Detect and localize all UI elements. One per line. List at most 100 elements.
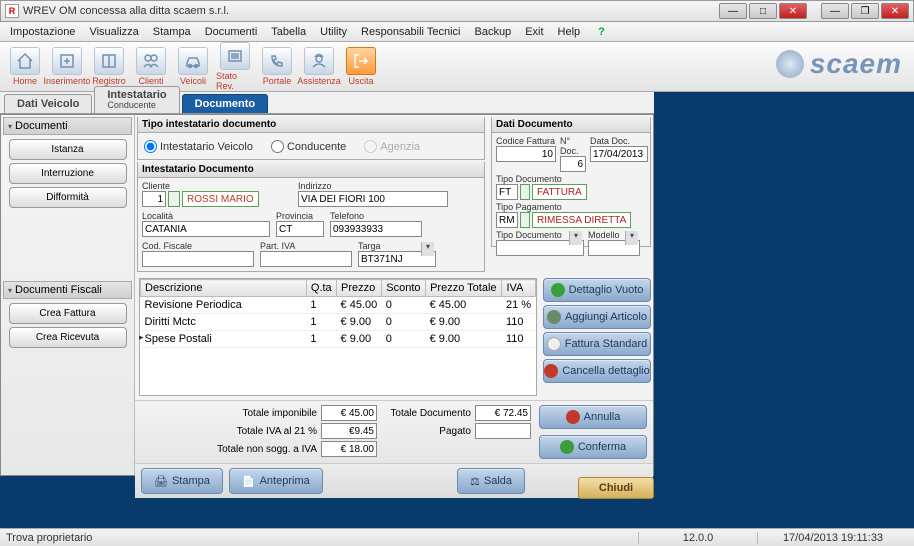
insert-icon (57, 51, 77, 71)
btn-stampa[interactable]: 🖨Stampa (141, 468, 223, 494)
table-row[interactable]: Revisione Periodica1€ 45.000€ 45.0021 % (141, 297, 536, 314)
tool-veicoli[interactable]: Veicoli (174, 47, 212, 86)
menu-backup[interactable]: Backup (468, 24, 517, 40)
form-panel: Tipo intestatario documento Intestatario… (135, 115, 653, 475)
telefono-input[interactable] (330, 221, 422, 237)
menu-exit[interactable]: Exit (519, 24, 549, 40)
grp-dati-documento: Dati Documento Codice Fattura N° Doc. Da… (491, 117, 651, 247)
ndoc-input[interactable] (560, 156, 586, 172)
tool-statorev[interactable]: Stato Rev. (216, 42, 254, 91)
tot-iva21[interactable] (321, 423, 377, 439)
localita-input[interactable] (142, 221, 270, 237)
status-version: 12.0.0 (638, 532, 758, 544)
people-icon (141, 51, 161, 71)
maximize-button[interactable]: □ (749, 3, 777, 19)
tipodoc-lookup-icon[interactable] (520, 184, 530, 200)
codfatt-input[interactable] (496, 146, 556, 162)
side-istanza[interactable]: Istanza (9, 139, 127, 160)
radio-conducente[interactable]: Conducente (271, 140, 346, 153)
tool-inserimento[interactable]: Inserimento (48, 47, 86, 86)
menu-documenti[interactable]: Documenti (199, 24, 264, 40)
codfisc-input[interactable] (142, 251, 254, 267)
win-close[interactable]: ✕ (881, 3, 909, 19)
table-row[interactable]: Spese Postali1€ 9.000€ 9.00110 (141, 331, 536, 348)
tot-documento[interactable] (475, 405, 531, 421)
targa-combo[interactable] (358, 251, 436, 267)
cart-icon (547, 310, 561, 324)
tool-clienti[interactable]: Clienti (132, 47, 170, 86)
print-icon: 🖨 (154, 475, 168, 488)
tab-documento[interactable]: Documento (182, 94, 269, 113)
side-group-documenti[interactable]: Documenti (3, 117, 132, 135)
cliente-lookup-icon[interactable] (168, 191, 180, 207)
tabs: Dati Veicolo IntestatarioConducente Docu… (0, 92, 654, 114)
menu-stampa[interactable]: Stampa (147, 24, 197, 40)
indirizzo-input[interactable] (298, 191, 448, 207)
menu-bar: Impostazione Visualizza Stampa Documenti… (0, 22, 914, 42)
status-left: Trova proprietario (6, 532, 638, 544)
line-items-table[interactable]: ▸ Descrizione Q.ta Prezzo Sconto Prezzo … (139, 278, 537, 396)
check-icon (560, 440, 574, 454)
brand-name: scaem (810, 48, 902, 80)
side-crea-ricevuta[interactable]: Crea Ricevuta (9, 327, 127, 348)
minimize-button[interactable]: — (719, 3, 747, 19)
btn-dettaglio-vuoto[interactable]: Dettaglio Vuoto (543, 278, 651, 302)
btn-cancella-dettaglio[interactable]: Cancella dettaglio (543, 359, 651, 383)
tot-imponibile[interactable] (321, 405, 377, 421)
menu-utility[interactable]: Utility (314, 24, 353, 40)
help-icon[interactable]: ? (592, 24, 611, 40)
tool-assistenza[interactable]: Assistenza (300, 47, 338, 86)
provincia-input[interactable] (276, 221, 324, 237)
btn-aggiungi-articolo[interactable]: Aggiungi Articolo (543, 305, 651, 329)
car-icon (183, 51, 203, 71)
tool-registro[interactable]: Registro (90, 47, 128, 86)
menu-tabella[interactable]: Tabella (265, 24, 312, 40)
phone-icon (267, 51, 287, 71)
menu-impostazione[interactable]: Impostazione (4, 24, 81, 40)
tool-home[interactable]: Home (6, 47, 44, 86)
win-restore[interactable]: ❐ (851, 3, 879, 19)
tipopag-lookup-icon[interactable] (520, 212, 530, 228)
bottom-toolbar: 🖨Stampa 📄Anteprima ⚖Salda (135, 463, 653, 498)
content: Documenti Istanza Interruzione Difformit… (0, 114, 654, 476)
tot-pagato[interactable] (475, 423, 531, 439)
cliente-num[interactable] (142, 191, 166, 207)
tool-uscita[interactable]: Uscita (342, 47, 380, 86)
app-icon: R (5, 4, 19, 18)
side-difformita[interactable]: Difformità (9, 187, 127, 208)
btn-annulla[interactable]: Annulla (539, 405, 647, 429)
tipodoc-code[interactable] (496, 184, 518, 200)
tot-nonsogg[interactable] (321, 441, 377, 457)
menu-responsabili[interactable]: Responsabili Tecnici (355, 24, 466, 40)
tipopag-code[interactable] (496, 212, 518, 228)
table-row[interactable]: Diritti Mctc1€ 9.000€ 9.00110 (141, 314, 536, 331)
tipodoc2-combo[interactable] (496, 240, 584, 256)
preview-icon: 📄 (242, 475, 256, 488)
tab-intestatario[interactable]: IntestatarioConducente (94, 86, 179, 113)
status-icon (225, 46, 245, 66)
menu-help[interactable]: Help (552, 24, 587, 40)
btn-chiudi[interactable]: Chiudi (578, 477, 654, 499)
side-interruzione[interactable]: Interruzione (9, 163, 127, 184)
home-icon (15, 51, 35, 71)
sidebar: Documenti Istanza Interruzione Difformit… (1, 115, 135, 475)
plus-icon (551, 283, 565, 297)
datadoc-input[interactable] (590, 146, 648, 162)
btn-salda[interactable]: ⚖Salda (457, 468, 525, 494)
tool-portale[interactable]: Portale (258, 47, 296, 86)
btn-anteprima[interactable]: 📄Anteprima (229, 468, 323, 494)
radio-intveicolo[interactable]: Intestatario Veicolo (144, 140, 253, 153)
close-button[interactable]: ✕ (779, 3, 807, 19)
delete-icon (544, 364, 558, 378)
btn-fattura-standard[interactable]: Fattura Standard (543, 332, 651, 356)
piva-input[interactable] (260, 251, 352, 267)
radio-agenzia: Agenzia (364, 140, 420, 153)
book-icon (99, 51, 119, 71)
menu-visualizza[interactable]: Visualizza (83, 24, 144, 40)
modello-combo[interactable] (588, 240, 640, 256)
side-crea-fattura[interactable]: Crea Fattura (9, 303, 127, 324)
tab-dati-veicolo[interactable]: Dati Veicolo (4, 94, 92, 113)
btn-conferma[interactable]: Conferma (539, 435, 647, 459)
side-group-fiscali[interactable]: Documenti Fiscali (3, 281, 132, 299)
win-minimize[interactable]: — (821, 3, 849, 19)
